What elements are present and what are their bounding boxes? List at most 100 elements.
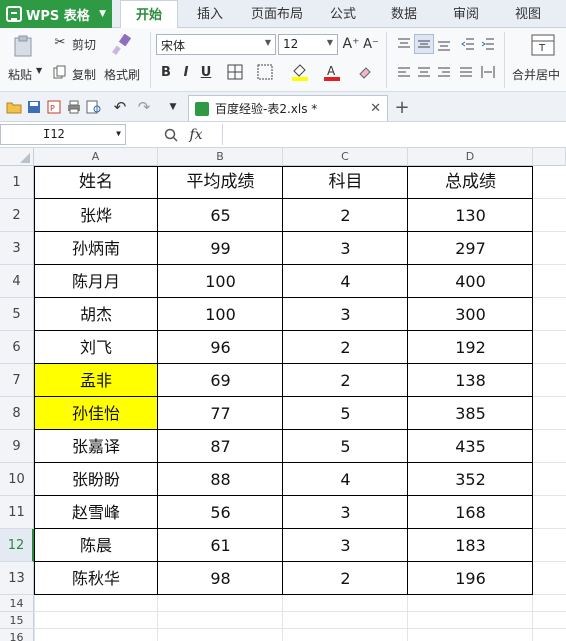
table-cell[interactable]: 陈月月	[34, 265, 158, 298]
row-header[interactable]: 7	[0, 364, 34, 397]
table-cell[interactable]: 2	[283, 364, 408, 397]
table-cell[interactable]: 100	[158, 265, 283, 298]
header-cell[interactable]: 总成绩	[408, 166, 533, 199]
table-cell[interactable]: 61	[158, 529, 283, 562]
table-cell[interactable]: 5	[283, 397, 408, 430]
increase-indent-icon[interactable]	[478, 34, 498, 54]
row-header[interactable]: 6	[0, 331, 34, 364]
table-cell[interactable]	[408, 629, 533, 641]
justify-icon[interactable]	[456, 62, 476, 82]
formula-input[interactable]	[222, 124, 566, 145]
row-header[interactable]: 16	[0, 629, 34, 641]
table-cell[interactable]	[283, 595, 408, 612]
table-cell[interactable]: 张烨	[34, 199, 158, 232]
table-cell[interactable]: 385	[408, 397, 533, 430]
row-header[interactable]: 2	[0, 199, 34, 232]
document-tab[interactable]: 百度经验-表2.xls * ✕	[188, 95, 388, 121]
zoom-formula-icon[interactable]	[162, 126, 180, 144]
font-size-select[interactable]: 12 ▼	[278, 34, 338, 55]
row-header[interactable]: 3	[0, 232, 34, 265]
table-cell[interactable]	[408, 595, 533, 612]
table-cell[interactable]: 183	[408, 529, 533, 562]
table-cell[interactable]: 435	[408, 430, 533, 463]
table-cell[interactable]: 5	[283, 430, 408, 463]
table-cell[interactable]: 2	[283, 331, 408, 364]
tab-insert[interactable]: 插入	[184, 0, 236, 28]
header-cell[interactable]: 姓名	[34, 166, 158, 199]
table-cell[interactable]: 96	[158, 331, 283, 364]
insert-function-button[interactable]: fx	[184, 125, 208, 145]
name-box[interactable]: I12 ▼	[0, 124, 126, 145]
table-cell[interactable]: 196	[408, 562, 533, 595]
table-cell[interactable]: 3	[283, 529, 408, 562]
italic-button[interactable]: I	[178, 62, 194, 82]
close-icon[interactable]: ✕	[370, 101, 381, 116]
column-header[interactable]: A	[34, 148, 158, 166]
table-cell[interactable]	[34, 629, 158, 641]
decrease-indent-icon[interactable]	[458, 34, 478, 54]
format-painter-button[interactable]: 格式刷	[104, 66, 140, 83]
table-cell[interactable]: 孟非	[34, 364, 158, 397]
worksheet-grid[interactable]: A B C D 1 姓名 平均成绩 科目 总成绩 2 张烨 65 2 130 3 孙炳南 99 3 297 4 陈月月 1…	[0, 148, 566, 641]
open-folder-icon[interactable]	[6, 99, 22, 115]
new-tab-icon[interactable]: +	[392, 97, 412, 118]
table-cell[interactable]: 4	[283, 265, 408, 298]
row-header[interactable]: 5	[0, 298, 34, 331]
tab-data[interactable]: 数据	[378, 0, 430, 28]
table-cell[interactable]: 3	[283, 298, 408, 331]
tab-formulas[interactable]: 公式	[318, 0, 368, 28]
grow-font-button[interactable]: A⁺	[342, 34, 360, 54]
font-name-select[interactable]: 宋体 ▼	[156, 34, 276, 55]
paste-dropdown-icon[interactable]: ▼	[36, 66, 42, 75]
font-color-icon[interactable]: A	[318, 62, 346, 82]
table-cell[interactable]: 100	[158, 298, 283, 331]
borders-icon[interactable]	[222, 62, 248, 82]
table-cell[interactable]: 297	[408, 232, 533, 265]
table-cell[interactable]: 300	[408, 298, 533, 331]
undo-icon[interactable]: ↶	[112, 98, 128, 116]
column-header[interactable]: C	[283, 148, 408, 166]
select-all-corner[interactable]	[0, 148, 34, 166]
table-cell[interactable]: 4	[283, 463, 408, 496]
fill-pattern-icon[interactable]	[252, 62, 278, 82]
table-cell[interactable]: 130	[408, 199, 533, 232]
table-cell[interactable]	[158, 595, 283, 612]
table-cell[interactable]: 3	[283, 496, 408, 529]
table-cell[interactable]: 张嘉译	[34, 430, 158, 463]
align-right-icon[interactable]	[434, 62, 454, 82]
table-cell[interactable]	[158, 612, 283, 629]
align-left-icon[interactable]	[394, 62, 414, 82]
tab-page-layout[interactable]: 页面布局	[240, 0, 314, 28]
table-cell[interactable]: 352	[408, 463, 533, 496]
quick-access-dropdown-icon[interactable]: ▼	[166, 100, 180, 114]
copy-button[interactable]: 复制	[72, 66, 96, 83]
merge-center-button[interactable]: 合并居中	[512, 66, 560, 83]
format-painter-icon[interactable]	[110, 32, 134, 58]
underline-button[interactable]: U	[198, 62, 214, 82]
merge-center-icon[interactable]: T	[530, 32, 556, 58]
row-header[interactable]: 9	[0, 430, 34, 463]
row-header[interactable]: 8	[0, 397, 34, 430]
table-cell[interactable]	[283, 629, 408, 641]
tab-home[interactable]: 开始	[120, 0, 178, 29]
clear-format-icon[interactable]	[352, 62, 378, 82]
table-cell[interactable]: 陈晨	[34, 529, 158, 562]
table-cell[interactable]: 192	[408, 331, 533, 364]
row-header[interactable]: 12	[0, 529, 34, 562]
table-cell[interactable]	[283, 612, 408, 629]
row-header[interactable]: 10	[0, 463, 34, 496]
align-center-icon[interactable]	[414, 62, 434, 82]
table-cell[interactable]: 陈秋华	[34, 562, 158, 595]
table-cell[interactable]: 88	[158, 463, 283, 496]
table-cell[interactable]: 87	[158, 430, 283, 463]
header-cell[interactable]: 平均成绩	[158, 166, 283, 199]
table-cell[interactable]: 张盼盼	[34, 463, 158, 496]
tab-view[interactable]: 视图	[502, 0, 554, 28]
row-header[interactable]: 4	[0, 265, 34, 298]
column-header[interactable]: B	[158, 148, 283, 166]
table-cell[interactable]: 胡杰	[34, 298, 158, 331]
header-cell[interactable]: 科目	[283, 166, 408, 199]
table-cell[interactable]	[408, 612, 533, 629]
table-cell[interactable]: 98	[158, 562, 283, 595]
save-icon[interactable]	[26, 99, 42, 115]
